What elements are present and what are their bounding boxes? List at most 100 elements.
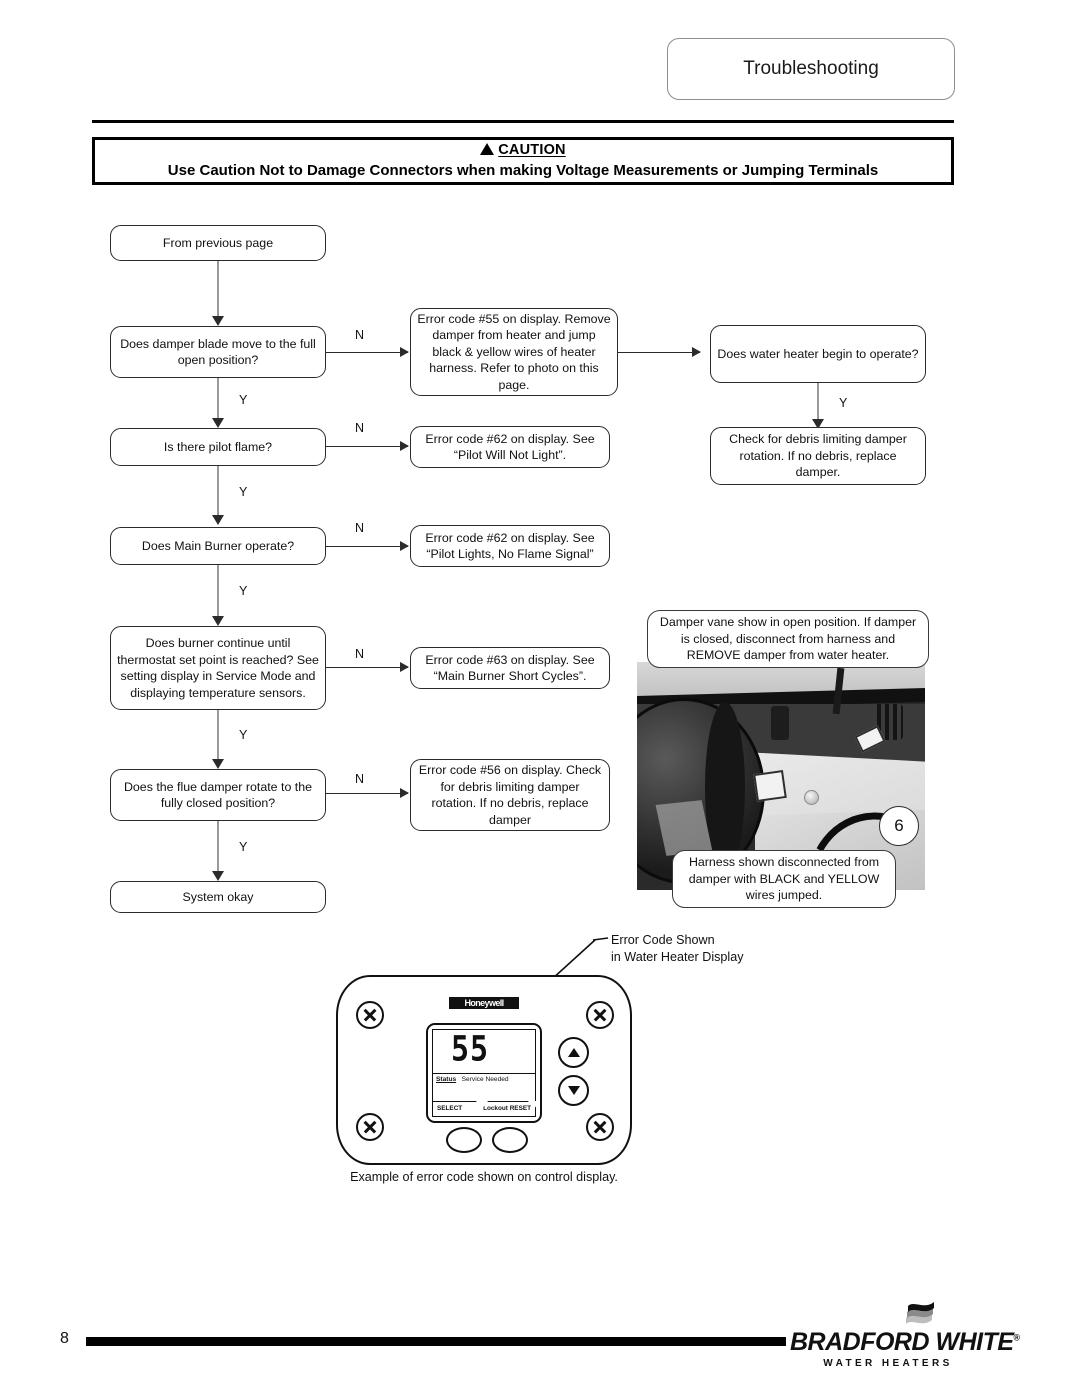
arrowhead-q4-to-e4 xyxy=(400,662,409,672)
branch-label-q3-yes: Y xyxy=(239,584,248,598)
flow-node-q4: Does burner continue until thermostat se… xyxy=(110,626,326,710)
flow-node-q4-label: Does burner continue until thermostat se… xyxy=(117,636,319,700)
flow-node-error-55-label: Error code #55 on display. Remove damper… xyxy=(417,311,611,392)
warning-triangle-icon xyxy=(480,143,495,155)
leader-note-line2: in Water Heater Display xyxy=(611,950,744,964)
arrowhead-start-to-q1 xyxy=(212,316,224,326)
chevron-down-icon xyxy=(567,1086,580,1095)
flow-node-error-55: Error code #55 on display. Remove damper… xyxy=(410,308,618,396)
lcd-softkey-lockout-reset[interactable]: Lockout RESET xyxy=(483,1105,531,1112)
branch-label-q5-yes: Y xyxy=(239,840,248,854)
flow-node-error-63-label: Error code #63 on display. See “Main Bur… xyxy=(425,652,595,684)
photo-top-caption: Damper vane show in open position. If da… xyxy=(647,610,929,668)
screw-icon-bottom-right xyxy=(586,1113,614,1141)
caution-banner: CAUTION Use Caution Not to Damage Connec… xyxy=(92,137,954,185)
footer-rule xyxy=(86,1337,786,1346)
brand-name-text: BRADFORD WHITE xyxy=(790,1328,1014,1356)
honeywell-logo: Honeywell xyxy=(449,997,519,1009)
flag-icon xyxy=(906,1302,934,1324)
photo-bottom-caption: Harness shown disconnected from damper w… xyxy=(672,850,896,908)
leader-note-line1: Error Code Shown xyxy=(611,933,715,947)
arrowhead-q5-to-end xyxy=(212,871,224,881)
flow-node-q1: Does damper blade move to the full open … xyxy=(110,326,326,378)
flow-node-q3-label: Does Main Burner operate? xyxy=(141,538,295,553)
reset-button[interactable] xyxy=(492,1127,528,1153)
brand-name: BRADFORD WHITE® xyxy=(790,1328,1020,1357)
branch-label-q5-no: N xyxy=(355,772,365,786)
flow-node-water-heater-operate: Does water heater begin to operate? xyxy=(710,325,926,383)
caution-heading-text: CAUTION xyxy=(498,142,566,158)
flow-node-check-debris: Check for debris limiting damper rotatio… xyxy=(710,427,926,485)
caution-heading: CAUTION xyxy=(95,142,951,159)
flow-node-end: System okay xyxy=(110,881,326,913)
photo-figure-badge-number: 6 xyxy=(894,816,904,835)
chevron-up-icon xyxy=(567,1048,580,1057)
connector-q3-to-q4 xyxy=(217,565,219,619)
flow-node-q2-label: Is there pilot flame? xyxy=(163,439,273,454)
flow-node-error-62a-label: Error code #62 on display. See “Pilot Wi… xyxy=(425,431,595,463)
error-code-leader-note: Error Code Shown in Water Heater Display xyxy=(611,932,744,966)
arrowhead-q5-to-e5 xyxy=(400,788,409,798)
lcd-status-value: Service Needed xyxy=(461,1076,509,1083)
branch-label-q1-no: N xyxy=(355,328,365,342)
connector-q1-to-e1 xyxy=(326,352,408,354)
photo-figure-badge: 6 xyxy=(879,806,919,846)
flow-node-error-62b-label: Error code #62 on display. See “Pilot Li… xyxy=(425,530,595,562)
up-arrow-button[interactable] xyxy=(558,1037,589,1068)
connector-q5-to-end xyxy=(217,821,219,873)
connector-q2-to-e2 xyxy=(326,446,408,448)
branch-label-r1-yes: Y xyxy=(839,396,848,410)
arrowhead-q1-to-q2 xyxy=(212,418,224,428)
arrowhead-q3-to-e3 xyxy=(400,541,409,551)
flow-node-start: From previous page xyxy=(110,225,326,261)
caution-body-text: Use Caution Not to Damage Connectors whe… xyxy=(167,162,879,179)
lcd-status-label: Status xyxy=(436,1076,457,1083)
connector-e1-to-r1 xyxy=(618,352,700,354)
flow-node-q5-label: Does the flue damper rotate to the fully… xyxy=(123,779,313,811)
connector-r1-to-r2 xyxy=(817,383,819,423)
flow-node-q2: Is there pilot flame? xyxy=(110,428,326,466)
control-display-illustration: Honeywell 55 Status Service Needed SELEC… xyxy=(336,975,632,1165)
brand-tagline: WATER HEATERS xyxy=(823,1358,953,1369)
lcd-error-code: 55 xyxy=(450,1028,490,1070)
flow-node-error-56: Error code #56 on display. Check for deb… xyxy=(410,759,610,831)
lcd-softkey-chevron-left xyxy=(476,1101,488,1109)
flow-node-error-63: Error code #63 on display. See “Main Bur… xyxy=(410,647,610,689)
screw-icon-top-left xyxy=(356,1001,384,1029)
arrowhead-q3-to-q4 xyxy=(212,616,224,626)
lcd-softkey-chevron-right xyxy=(528,1101,540,1109)
photo-bottom-caption-text: Harness shown disconnected from damper w… xyxy=(688,855,880,903)
connector-q2-to-q3 xyxy=(217,466,219,518)
branch-label-q3-no: N xyxy=(355,521,365,535)
flow-node-r2-label: Check for debris limiting damper rotatio… xyxy=(729,432,907,480)
brand-registered-mark: ® xyxy=(1013,1332,1021,1343)
connector-start-to-q1 xyxy=(217,261,219,319)
arrowhead-e1-to-r1 xyxy=(692,347,701,357)
flow-node-r1-label: Does water heater begin to operate? xyxy=(717,346,919,361)
branch-label-q2-no: N xyxy=(355,421,365,435)
connector-q5-to-e5 xyxy=(326,793,408,795)
flow-node-error-62-pilot-not-light: Error code #62 on display. See “Pilot Wi… xyxy=(410,426,610,468)
page-title: Troubleshooting xyxy=(743,58,879,79)
screw-icon-top-right xyxy=(586,1001,614,1029)
arrowhead-q2-to-q3 xyxy=(212,515,224,525)
document-page: Troubleshooting CAUTION Use Caution Not … xyxy=(0,0,1080,1397)
flow-node-q5: Does the flue damper rotate to the fully… xyxy=(110,769,326,821)
page-title-tab: Troubleshooting xyxy=(667,38,955,100)
branch-label-q2-yes: Y xyxy=(239,485,248,499)
flow-node-q3: Does Main Burner operate? xyxy=(110,527,326,565)
header-rule xyxy=(92,120,954,123)
connector-q1-to-q2 xyxy=(217,378,219,422)
branch-label-q4-yes: Y xyxy=(239,728,248,742)
photo-top-caption-text: Damper vane show in open position. If da… xyxy=(659,615,917,663)
branch-label-q4-no: N xyxy=(355,647,365,661)
photo-bolt xyxy=(804,790,819,805)
select-button[interactable] xyxy=(446,1127,482,1153)
photo-connector-jumped xyxy=(753,770,787,802)
screw-icon-bottom-left xyxy=(356,1113,384,1141)
arrowhead-q4-to-q5 xyxy=(212,759,224,769)
page-number: 8 xyxy=(60,1330,69,1347)
lcd-softkey-select[interactable]: SELECT xyxy=(437,1105,462,1112)
down-arrow-button[interactable] xyxy=(558,1075,589,1106)
flow-node-error-56-label: Error code #56 on display. Check for deb… xyxy=(418,763,602,827)
